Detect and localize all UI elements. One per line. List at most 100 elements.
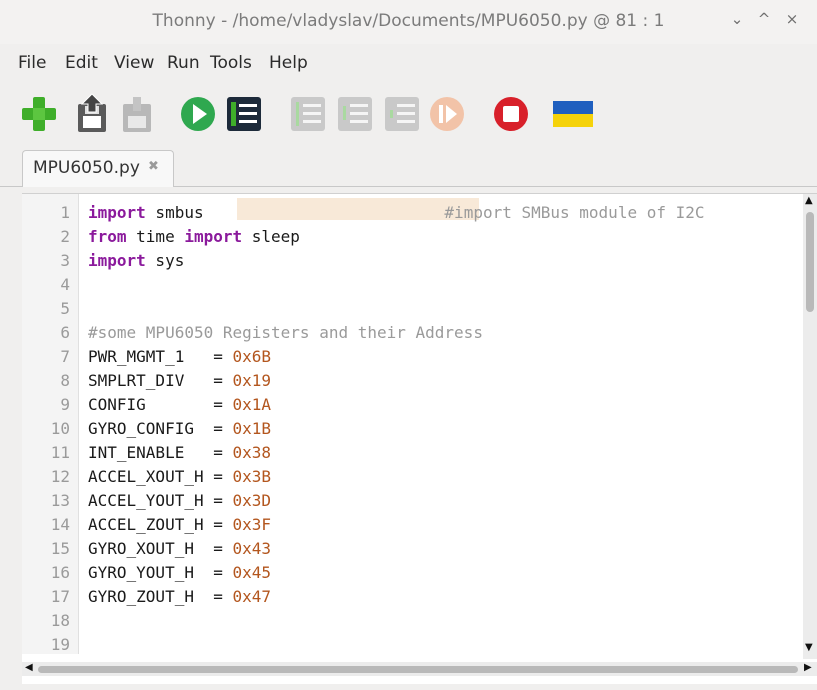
code-line: GYRO_YOUT_H = 0x45: [88, 561, 271, 585]
code-token: GYRO_ZOUT_H =: [88, 587, 233, 606]
code-token: sleep: [242, 227, 300, 246]
save-file-icon[interactable]: [118, 92, 158, 136]
line-number: 15: [50, 539, 70, 558]
menu-tools[interactable]: Tools: [210, 53, 252, 73]
code-line: INT_ENABLE = 0x38: [88, 441, 271, 465]
maximize-button[interactable]: ^: [754, 10, 774, 28]
line-number: 3: [60, 251, 70, 270]
line-number: 17: [50, 587, 70, 606]
line-number: 8: [60, 371, 70, 390]
line-number: 19: [50, 635, 70, 654]
step-over-icon[interactable]: [288, 92, 328, 136]
line-number: 14: [50, 515, 70, 534]
code-token: ACCEL_XOUT_H =: [88, 467, 233, 486]
code-line: PWR_MGMT_1 = 0x6B: [88, 345, 271, 369]
code-token: PWR_MGMT_1 =: [88, 347, 233, 366]
code-token: time: [126, 227, 185, 246]
code-token: sys: [145, 251, 185, 270]
new-file-icon[interactable]: [20, 92, 60, 136]
scroll-left-icon[interactable]: ◀: [25, 662, 33, 673]
code-token: GYRO_CONFIG =: [88, 419, 233, 438]
scroll-right-icon[interactable]: ▶: [804, 662, 812, 673]
tab-label: MPU6050.py: [33, 158, 140, 178]
tab-close-icon[interactable]: ✖: [148, 159, 159, 174]
code-area[interactable]: import smbus #import SMBus module of I2C…: [88, 194, 803, 654]
line-number: 11: [50, 443, 70, 462]
code-line: ACCEL_XOUT_H = 0x3B: [88, 465, 271, 489]
close-window-button[interactable]: ×: [782, 10, 802, 28]
line-number: 5: [60, 299, 70, 318]
code-line: GYRO_ZOUT_H = 0x47: [88, 585, 271, 609]
window-title: Thonny - /home/vladyslav/Documents/MPU60…: [152, 11, 665, 31]
resume-icon[interactable]: [427, 92, 467, 136]
code-token: 0x47: [232, 587, 272, 606]
code-token: 0x6B: [232, 347, 272, 366]
menu-edit[interactable]: Edit: [65, 53, 98, 73]
vertical-scrollbar[interactable]: ▲ ▼: [803, 194, 817, 659]
code-token: 0x43: [232, 539, 272, 558]
menu-file[interactable]: File: [18, 53, 46, 73]
line-number: 7: [60, 347, 70, 366]
menu-view[interactable]: View: [114, 53, 154, 73]
code-line: import smbus #import SMBus module of I2C: [88, 201, 705, 225]
horizontal-scrollbar[interactable]: ◀ ▶: [22, 662, 817, 676]
code-line: from time import sleep: [88, 225, 300, 249]
menu-bar: File Edit View Run Tools Help: [0, 48, 817, 78]
code-token: from: [88, 227, 127, 246]
code-line: GYRO_XOUT_H = 0x43: [88, 537, 271, 561]
code-token: INT_ENABLE =: [88, 443, 233, 462]
code-line: SMPLRT_DIV = 0x19: [88, 369, 271, 393]
code-token: 0x19: [232, 371, 272, 390]
code-line: ACCEL_ZOUT_H = 0x3F: [88, 513, 271, 537]
code-line: import sys: [88, 249, 184, 273]
code-token: import: [88, 251, 146, 270]
line-number-gutter: 1234567891011121314151617181920: [22, 194, 79, 654]
code-token: ACCEL_ZOUT_H =: [88, 515, 233, 534]
tab-mpu6050[interactable]: MPU6050.py ✖: [22, 150, 174, 187]
minimize-button[interactable]: ⌄: [727, 10, 747, 28]
ukraine-flag-icon[interactable]: [549, 92, 593, 136]
code-token: smbus: [145, 203, 445, 222]
debug-icon[interactable]: [224, 92, 264, 136]
line-number: 1: [60, 203, 70, 222]
code-line: ACCEL_YOUT_H = 0x3D: [88, 489, 271, 513]
code-token: 0x3B: [232, 467, 272, 486]
code-line: CONFIG = 0x1A: [88, 393, 271, 417]
code-token: #import SMBus module of I2C: [444, 203, 705, 222]
vertical-scroll-thumb[interactable]: [806, 212, 814, 312]
code-token: SMPLRT_DIV =: [88, 371, 233, 390]
line-number: 10: [50, 419, 70, 438]
code-token: import: [184, 227, 243, 246]
code-editor[interactable]: 1234567891011121314151617181920 import s…: [22, 193, 817, 684]
line-number: 2: [60, 227, 70, 246]
horizontal-scroll-thumb[interactable]: [38, 666, 798, 673]
line-number: 6: [60, 323, 70, 342]
toolbar: [0, 92, 817, 146]
scroll-down-icon[interactable]: ▼: [805, 642, 813, 653]
step-out-icon[interactable]: [382, 92, 422, 136]
open-file-icon[interactable]: [73, 92, 113, 136]
code-token: 0x38: [232, 443, 272, 462]
code-token: GYRO_XOUT_H =: [88, 539, 233, 558]
code-token: 0x1B: [232, 419, 272, 438]
menu-help[interactable]: Help: [269, 53, 308, 73]
code-line: #some MPU6050 Registers and their Addres…: [88, 321, 483, 345]
code-token: 0x1A: [232, 395, 272, 414]
code-token: CONFIG =: [88, 395, 233, 414]
code-token: GYRO_YOUT_H =: [88, 563, 233, 582]
code-line-partial: def MPU_Init():: [88, 650, 233, 654]
line-number: 18: [50, 611, 70, 630]
tab-bar: MPU6050.py ✖: [0, 146, 817, 187]
line-number: 9: [60, 395, 70, 414]
line-number: 13: [50, 491, 70, 510]
code-token: ACCEL_YOUT_H =: [88, 491, 233, 510]
step-into-icon[interactable]: [335, 92, 375, 136]
stop-icon[interactable]: [491, 92, 531, 136]
line-number: 16: [50, 563, 70, 582]
scroll-up-icon[interactable]: ▲: [805, 195, 813, 206]
code-token: #some MPU6050 Registers and their Addres…: [88, 323, 483, 342]
run-icon[interactable]: [178, 92, 218, 136]
code-token: import: [88, 203, 146, 222]
menu-run[interactable]: Run: [167, 53, 200, 73]
code-token: 0x3D: [232, 491, 272, 510]
